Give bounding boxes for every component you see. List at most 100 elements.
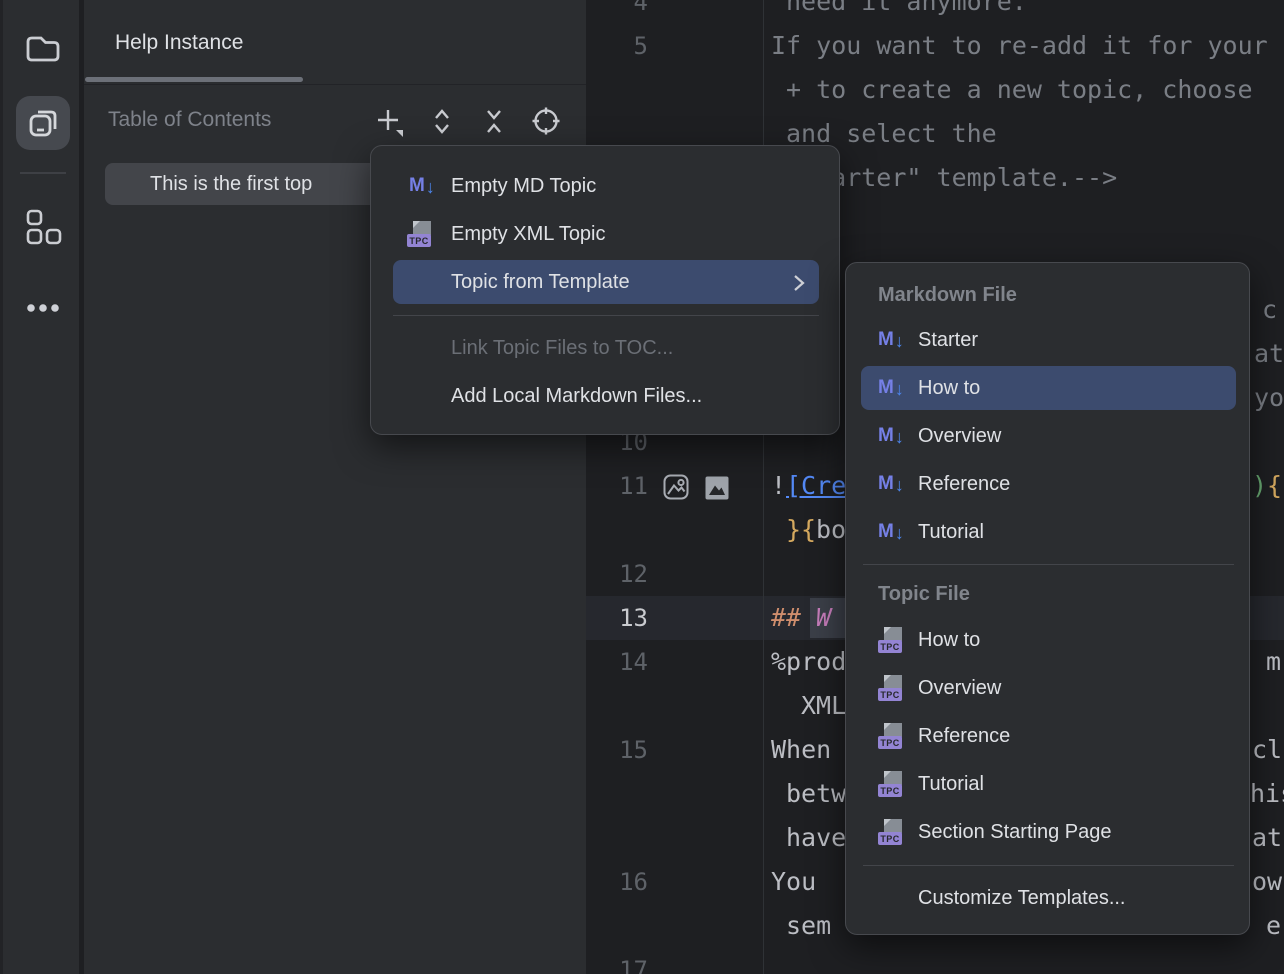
menu-item-label: Topic from Template bbox=[451, 271, 630, 294]
rail-structure-button[interactable] bbox=[16, 200, 70, 254]
locate-button[interactable] bbox=[529, 104, 563, 138]
code-text: %prod bbox=[771, 640, 846, 684]
submenu-section-header: Markdown File bbox=[846, 277, 1249, 313]
submenu-item-tutorial-tpc[interactable]: TPC Tutorial bbox=[846, 760, 1249, 808]
line-number: 16 bbox=[587, 860, 648, 904]
add-topic-button[interactable] bbox=[372, 104, 406, 138]
active-tab-underline bbox=[85, 77, 303, 82]
submenu-item-how-to-tpc[interactable]: TPC How to bbox=[846, 616, 1249, 664]
unfold-icon bbox=[427, 106, 457, 136]
submenu-item-reference-tpc[interactable]: TPC Reference bbox=[846, 712, 1249, 760]
code-text: ! bbox=[771, 464, 786, 508]
code-text: e bbox=[1266, 904, 1281, 948]
code-link[interactable]: [Cre bbox=[786, 464, 846, 508]
instances-icon bbox=[25, 105, 61, 141]
rail-instances-button[interactable] bbox=[16, 96, 70, 150]
line-number: 11 bbox=[587, 464, 648, 508]
more-icon bbox=[24, 302, 62, 314]
code-text: { bbox=[1267, 464, 1282, 508]
collapse-icon bbox=[479, 106, 509, 136]
submenu-item-how-to-md[interactable]: M↓ How to bbox=[846, 364, 1249, 412]
code-text: c bbox=[1262, 288, 1277, 332]
toc-section-title: Table of Contents bbox=[108, 108, 271, 132]
line-number: 14 bbox=[587, 640, 648, 684]
menu-item-label: Reference bbox=[918, 473, 1010, 496]
menu-item-label: Link Topic Files to TOC... bbox=[451, 337, 673, 360]
menu-separator bbox=[393, 315, 819, 316]
markdown-file-icon: M↓ bbox=[878, 377, 904, 399]
markdown-file-icon: M↓ bbox=[878, 425, 904, 447]
menu-item-label: Overview bbox=[918, 677, 1001, 700]
rail-more-button[interactable] bbox=[16, 281, 70, 335]
menu-item-label: How to bbox=[918, 377, 980, 400]
topic-file-icon: TPC bbox=[878, 771, 904, 797]
code-text: need it anymore. bbox=[786, 0, 1027, 24]
line-number: 5 bbox=[587, 24, 648, 68]
rail-project-button[interactable] bbox=[16, 22, 70, 76]
submenu-item-customize-templates[interactable]: Customize Templates... bbox=[846, 874, 1249, 922]
submenu-item-tutorial-md[interactable]: M↓ Tutorial bbox=[846, 508, 1249, 556]
submenu-item-section-starting-page[interactable]: TPC Section Starting Page bbox=[846, 808, 1249, 856]
structure-icon bbox=[22, 206, 64, 248]
menu-item-label: How to bbox=[918, 629, 980, 652]
line-number: 4 bbox=[587, 0, 648, 24]
tool-window-rail bbox=[0, 0, 80, 974]
topic-file-icon: TPC bbox=[878, 627, 904, 653]
toc-header-row: Table of Contents bbox=[84, 85, 586, 145]
menu-item-label: Customize Templates... bbox=[918, 887, 1126, 910]
code-text: sem bbox=[786, 904, 831, 948]
add-topic-context-menu: M↓ Empty MD Topic TPC Empty XML Topic To… bbox=[370, 145, 840, 435]
submenu-chevron-icon bbox=[793, 274, 805, 292]
tool-window-header: Help Instance bbox=[84, 0, 586, 85]
code-text: When bbox=[771, 728, 831, 772]
code-text: yo bbox=[1254, 376, 1284, 420]
image-outline-icon[interactable] bbox=[662, 473, 690, 501]
menu-item-label: Empty MD Topic bbox=[451, 175, 596, 198]
folder-icon bbox=[24, 32, 62, 66]
code-text: m bbox=[1266, 640, 1281, 684]
code-text: at bbox=[1252, 816, 1282, 860]
menu-separator bbox=[863, 865, 1234, 866]
line-number: 17 bbox=[587, 948, 648, 974]
menu-item-label: Starter bbox=[918, 329, 978, 352]
line-number: 12 bbox=[587, 552, 648, 596]
collapse-all-button[interactable] bbox=[477, 104, 511, 138]
menu-item-link-topic-files: Link Topic Files to TOC... bbox=[371, 324, 839, 372]
code-text: }{ bbox=[786, 508, 816, 552]
submenu-item-overview-tpc[interactable]: TPC Overview bbox=[846, 664, 1249, 712]
menu-item-label: Overview bbox=[918, 425, 1001, 448]
image-filled-icon[interactable] bbox=[705, 476, 729, 500]
plus-icon bbox=[372, 104, 406, 138]
menu-item-topic-from-template[interactable]: Topic from Template bbox=[371, 258, 839, 306]
target-icon bbox=[531, 106, 561, 136]
code-text: his bbox=[1250, 772, 1284, 816]
menu-separator bbox=[863, 564, 1234, 565]
menu-item-empty-xml-topic[interactable]: TPC Empty XML Topic bbox=[371, 210, 839, 258]
code-text: at bbox=[1254, 332, 1284, 376]
topic-file-icon: TPC bbox=[878, 723, 904, 749]
heading-text: W bbox=[816, 596, 831, 640]
submenu-item-overview-md[interactable]: M↓ Overview bbox=[846, 412, 1249, 460]
markdown-file-icon: M↓ bbox=[878, 473, 904, 495]
rail-divider bbox=[20, 172, 66, 174]
code-text: ) bbox=[1252, 464, 1267, 508]
menu-item-label: Empty XML Topic bbox=[451, 223, 606, 246]
code-text: bo bbox=[816, 508, 846, 552]
menu-item-add-local-markdown[interactable]: Add Local Markdown Files... bbox=[371, 372, 839, 420]
code-text: ow bbox=[1252, 860, 1282, 904]
code-text: You bbox=[771, 860, 816, 904]
code-text: have bbox=[786, 816, 846, 860]
code-text: + to create a new topic, choose bbox=[786, 68, 1253, 112]
code-text: cl bbox=[1252, 728, 1282, 772]
code-text: betw bbox=[786, 772, 846, 816]
toc-tree-item-label: This is the first top bbox=[150, 173, 312, 196]
menu-item-label: Tutorial bbox=[918, 773, 984, 796]
menu-item-label: Tutorial bbox=[918, 521, 984, 544]
menu-item-label: Reference bbox=[918, 725, 1010, 748]
submenu-item-reference-md[interactable]: M↓ Reference bbox=[846, 460, 1249, 508]
submenu-item-starter[interactable]: M↓ Starter bbox=[846, 316, 1249, 364]
expand-all-button[interactable] bbox=[425, 104, 459, 138]
submenu-section-header: Topic File bbox=[846, 576, 1249, 612]
menu-item-empty-md-topic[interactable]: M↓ Empty MD Topic bbox=[371, 162, 839, 210]
code-text: If you want to re-add it for your bbox=[771, 24, 1268, 68]
